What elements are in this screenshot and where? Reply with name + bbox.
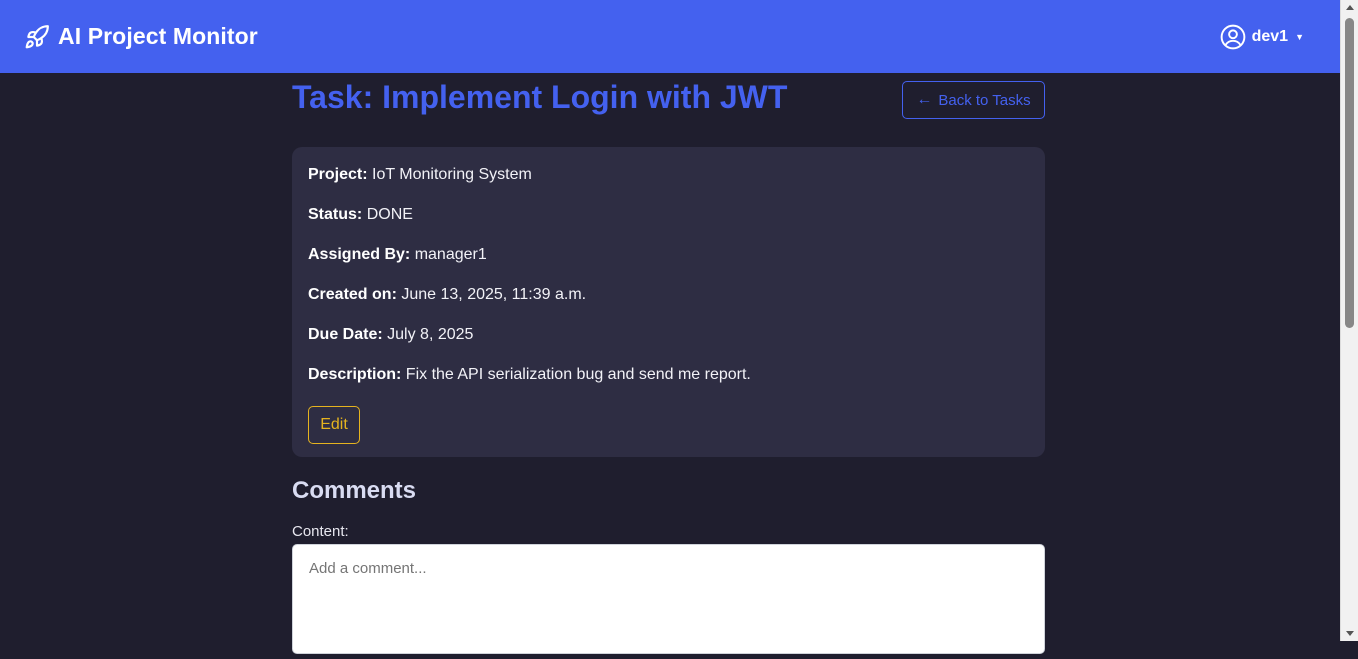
back-to-tasks-button[interactable]: ← Back to Tasks (902, 81, 1045, 119)
project-label: Project: (308, 166, 368, 183)
created-value: June 13, 2025, 11:39 a.m. (401, 286, 587, 303)
user-dropdown[interactable]: dev1 ▼ (1220, 24, 1304, 50)
brand-link[interactable]: AI Project Monitor (24, 23, 258, 50)
content-label: Content: (292, 523, 349, 540)
chevron-down-icon: ▼ (1295, 31, 1304, 42)
page-title: Task: Implement Login with JWT (292, 79, 788, 115)
user-circle-icon (1220, 24, 1246, 50)
assigned-by-field: Assigned By: manager1 (308, 246, 1029, 264)
comment-input[interactable] (292, 544, 1045, 654)
scroll-thumb[interactable] (1345, 18, 1354, 328)
description-label: Description: (308, 366, 402, 383)
due-date-field: Due Date: July 8, 2025 (308, 326, 1029, 344)
task-details-card: Project: IoT Monitoring System Status: D… (292, 147, 1045, 457)
description-value: Fix the API serialization bug and send m… (405, 366, 751, 383)
user-name: dev1 (1251, 27, 1289, 45)
created-field: Created on: June 13, 2025, 11:39 a.m. (308, 286, 1029, 304)
edit-button[interactable]: Edit (308, 406, 360, 444)
brand-title: AI Project Monitor (58, 23, 258, 49)
assigned-by-value: manager1 (414, 246, 487, 263)
arrow-left-icon: ← (916, 91, 933, 108)
description-field: Description: Fix the API serialization b… (308, 366, 1029, 384)
assigned-by-label: Assigned By: (308, 246, 411, 263)
due-date-value: July 8, 2025 (387, 326, 474, 343)
due-date-label: Due Date: (308, 326, 383, 343)
project-value: IoT Monitoring System (372, 166, 532, 183)
status-field: Status: DONE (308, 206, 1029, 224)
top-navbar: AI Project Monitor dev1 ▼ (0, 0, 1340, 73)
scroll-down-arrow-icon[interactable] (1346, 631, 1354, 636)
status-value: DONE (366, 206, 413, 223)
page-header: Task: Implement Login with JWT ← Back to… (292, 73, 1045, 147)
back-to-tasks-label: Back to Tasks (938, 91, 1031, 109)
page-scrollbar[interactable] (1340, 0, 1358, 641)
scroll-up-arrow-icon[interactable] (1346, 5, 1354, 10)
created-label: Created on: (308, 286, 397, 303)
project-field: Project: IoT Monitoring System (308, 166, 1029, 184)
status-label: Status: (308, 206, 363, 223)
rocket-icon (24, 24, 50, 50)
comments-heading: Comments (292, 477, 417, 504)
task-detail-main: Task: Implement Login with JWT ← Back to… (292, 73, 1045, 659)
